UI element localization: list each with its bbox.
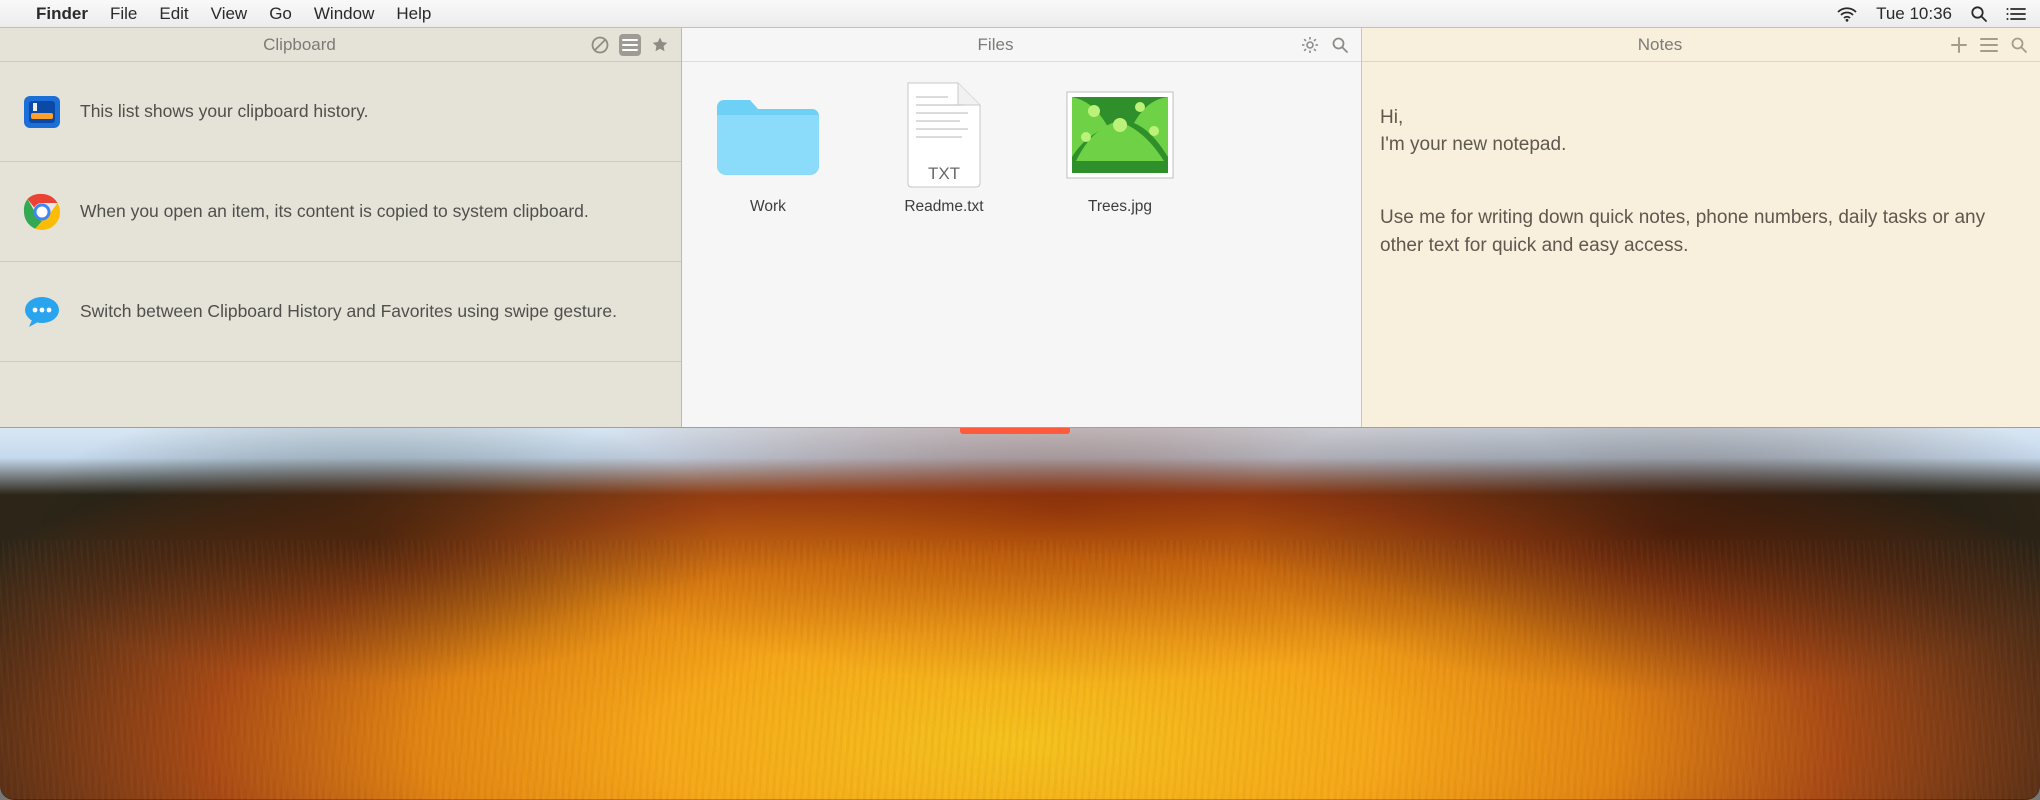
macos-menubar: Finder File Edit View Go Window Help Tue… bbox=[0, 0, 2040, 28]
menubar-clock[interactable]: Tue 10:36 bbox=[1876, 4, 1952, 24]
app-icon-messages bbox=[22, 292, 62, 332]
menu-go[interactable]: Go bbox=[269, 4, 292, 24]
text-file-badge: TXT bbox=[928, 164, 960, 183]
menu-edit[interactable]: Edit bbox=[159, 4, 188, 24]
notes-paragraph: Use me for writing down quick notes, pho… bbox=[1380, 204, 2022, 259]
notes-add-icon[interactable] bbox=[1948, 34, 1970, 56]
folder-icon bbox=[708, 80, 828, 190]
file-item-folder[interactable]: Work bbox=[708, 80, 828, 216]
menubar-list-icon[interactable] bbox=[2006, 6, 2026, 22]
notes-panel: Notes Hi, I'm your new notepad. Use me f… bbox=[1362, 28, 2040, 427]
clipboard-item[interactable]: When you open an item, its content is co… bbox=[0, 162, 681, 262]
menu-window[interactable]: Window bbox=[314, 4, 374, 24]
app-icon-chrome bbox=[22, 192, 62, 232]
files-title: Files bbox=[692, 35, 1299, 55]
notes-header: Notes bbox=[1362, 28, 2040, 62]
menu-view[interactable]: View bbox=[211, 4, 248, 24]
file-item-text[interactable]: TXT Readme.txt bbox=[884, 80, 1004, 216]
window-drag-accent bbox=[960, 428, 1070, 434]
files-header: Files bbox=[682, 28, 1361, 62]
notes-search-icon[interactable] bbox=[2008, 34, 2030, 56]
text-document-icon: TXT bbox=[884, 80, 1004, 190]
clipboard-list-view-icon[interactable] bbox=[619, 34, 641, 56]
files-search-icon[interactable] bbox=[1329, 34, 1351, 56]
files-panel: Files Work TXT bbox=[682, 28, 1362, 427]
file-name: Readme.txt bbox=[884, 198, 1004, 216]
clipboard-item-text: This list shows your clipboard history. bbox=[80, 100, 369, 124]
clear-clipboard-icon[interactable] bbox=[589, 34, 611, 56]
image-thumbnail-icon bbox=[1060, 80, 1180, 190]
spotlight-search-icon[interactable] bbox=[1970, 5, 1988, 23]
files-settings-icon[interactable] bbox=[1299, 34, 1321, 56]
clipboard-item-text: Switch between Clipboard History and Fav… bbox=[80, 300, 617, 324]
menu-file[interactable]: File bbox=[110, 4, 137, 24]
wifi-icon[interactable] bbox=[1836, 6, 1858, 22]
notes-title: Notes bbox=[1372, 35, 1948, 55]
clipboard-item[interactable]: Switch between Clipboard History and Fav… bbox=[0, 262, 681, 362]
file-name: Work bbox=[708, 198, 828, 216]
clipboard-header: Clipboard bbox=[0, 28, 681, 62]
clipboard-item-text: When you open an item, its content is co… bbox=[80, 200, 589, 224]
menu-help[interactable]: Help bbox=[396, 4, 431, 24]
active-app-name[interactable]: Finder bbox=[36, 4, 88, 24]
clipboard-panel: Clipboard This list shows your clipboard… bbox=[0, 28, 682, 427]
notes-list-icon[interactable] bbox=[1978, 34, 2000, 56]
notes-paragraph: Hi, I'm your new notepad. bbox=[1380, 104, 2022, 159]
desktop-wallpaper bbox=[0, 428, 2040, 800]
clipboard-favorite-icon[interactable] bbox=[649, 34, 671, 56]
clipboard-item[interactable]: This list shows your clipboard history. bbox=[0, 62, 681, 162]
app-icon-xcode bbox=[22, 92, 62, 132]
file-item-image[interactable]: Trees.jpg bbox=[1060, 80, 1180, 216]
notes-text-area[interactable]: Hi, I'm your new notepad. Use me for wri… bbox=[1362, 62, 2040, 427]
file-name: Trees.jpg bbox=[1060, 198, 1180, 216]
clipboard-title: Clipboard bbox=[10, 35, 589, 55]
